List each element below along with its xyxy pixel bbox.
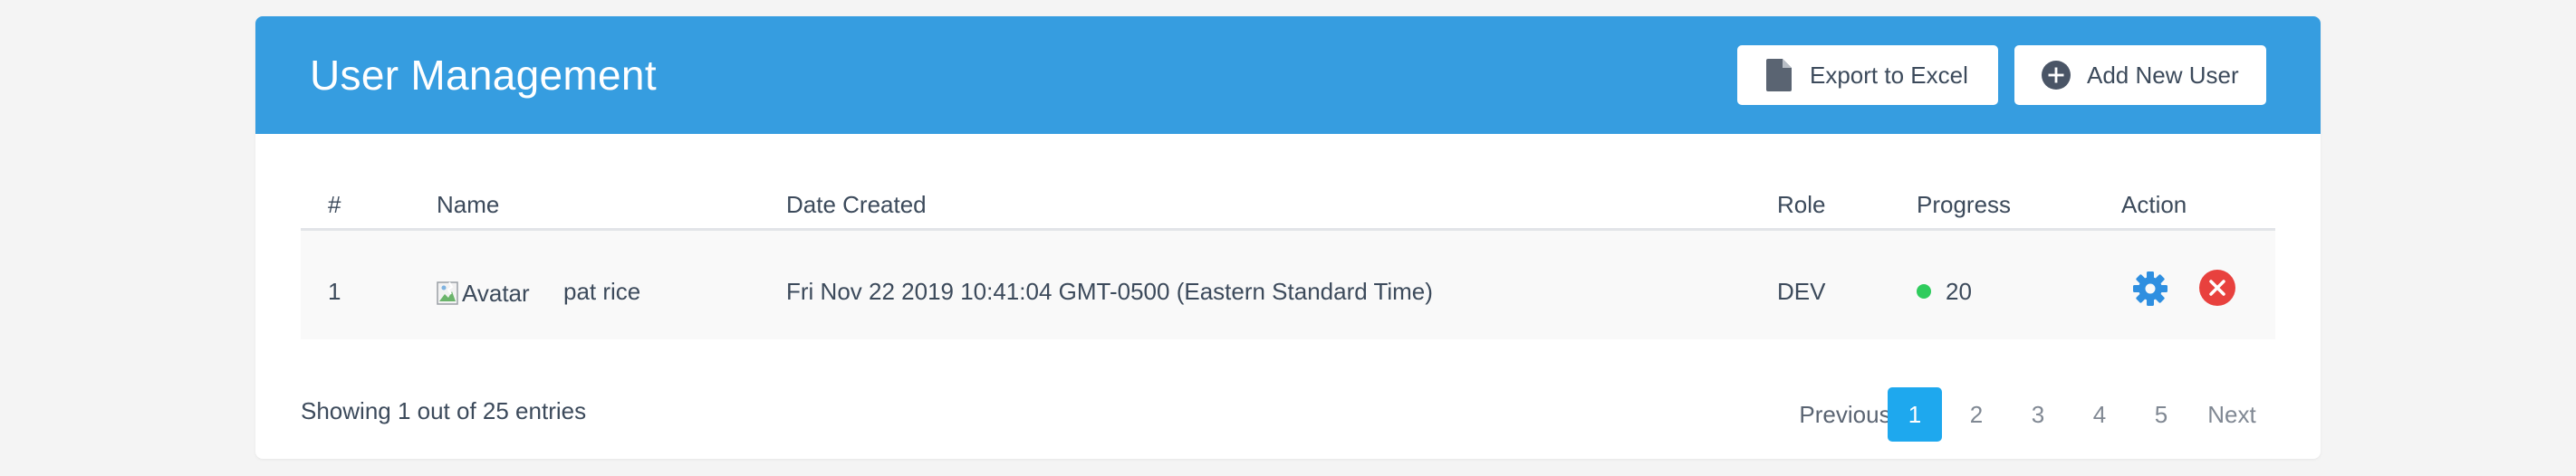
date-created: Fri Nov 22 2019 10:41:04 GMT-0500 (Easte… [786,278,1433,305]
user-management-card: User Management Export to Excel Add New … [255,16,2321,459]
avatar-alt-text: Avatar [462,280,530,307]
export-to-excel-label: Export to Excel [1810,61,1968,89]
column-header-progress: Progress [1917,191,2012,218]
file-icon [1764,59,1793,91]
pagination-page-5[interactable]: 5 [2134,387,2188,442]
pagination-page-2[interactable]: 2 [1949,387,2004,442]
avatar: Avatar [437,277,530,309]
page-title: User Management [310,52,657,99]
add-new-user-label: Add New User [2087,61,2239,89]
row-number: 1 [328,278,341,305]
pagination-page-4[interactable]: 4 [2072,387,2127,442]
pagination-page-1[interactable]: 1 [1888,387,1942,442]
user-name: pat rice [563,278,641,305]
progress-cell: 20 [1917,275,1972,308]
status-dot-icon [1917,284,1931,299]
gear-icon[interactable] [2132,271,2168,307]
column-header-number: # [328,191,341,218]
add-new-user-button[interactable]: Add New User [2014,45,2266,105]
column-header-role: Role [1777,191,1826,218]
entries-count-text: Showing 1 out of 25 entries [301,397,587,424]
card-header: User Management Export to Excel Add New … [255,16,2321,134]
export-to-excel-button[interactable]: Export to Excel [1737,45,1998,105]
user-role: DEV [1777,278,1826,305]
broken-image-icon [437,280,460,307]
column-header-name: Name [437,191,500,218]
pagination-next[interactable]: Next [2194,387,2270,442]
plus-circle-icon [2042,59,2071,91]
pagination-page-3[interactable]: 3 [2011,387,2065,442]
progress-value: 20 [1946,278,1972,305]
column-header-action: Action [2121,191,2187,218]
delete-icon[interactable] [2199,270,2235,306]
column-header-date-created: Date Created [786,191,927,218]
